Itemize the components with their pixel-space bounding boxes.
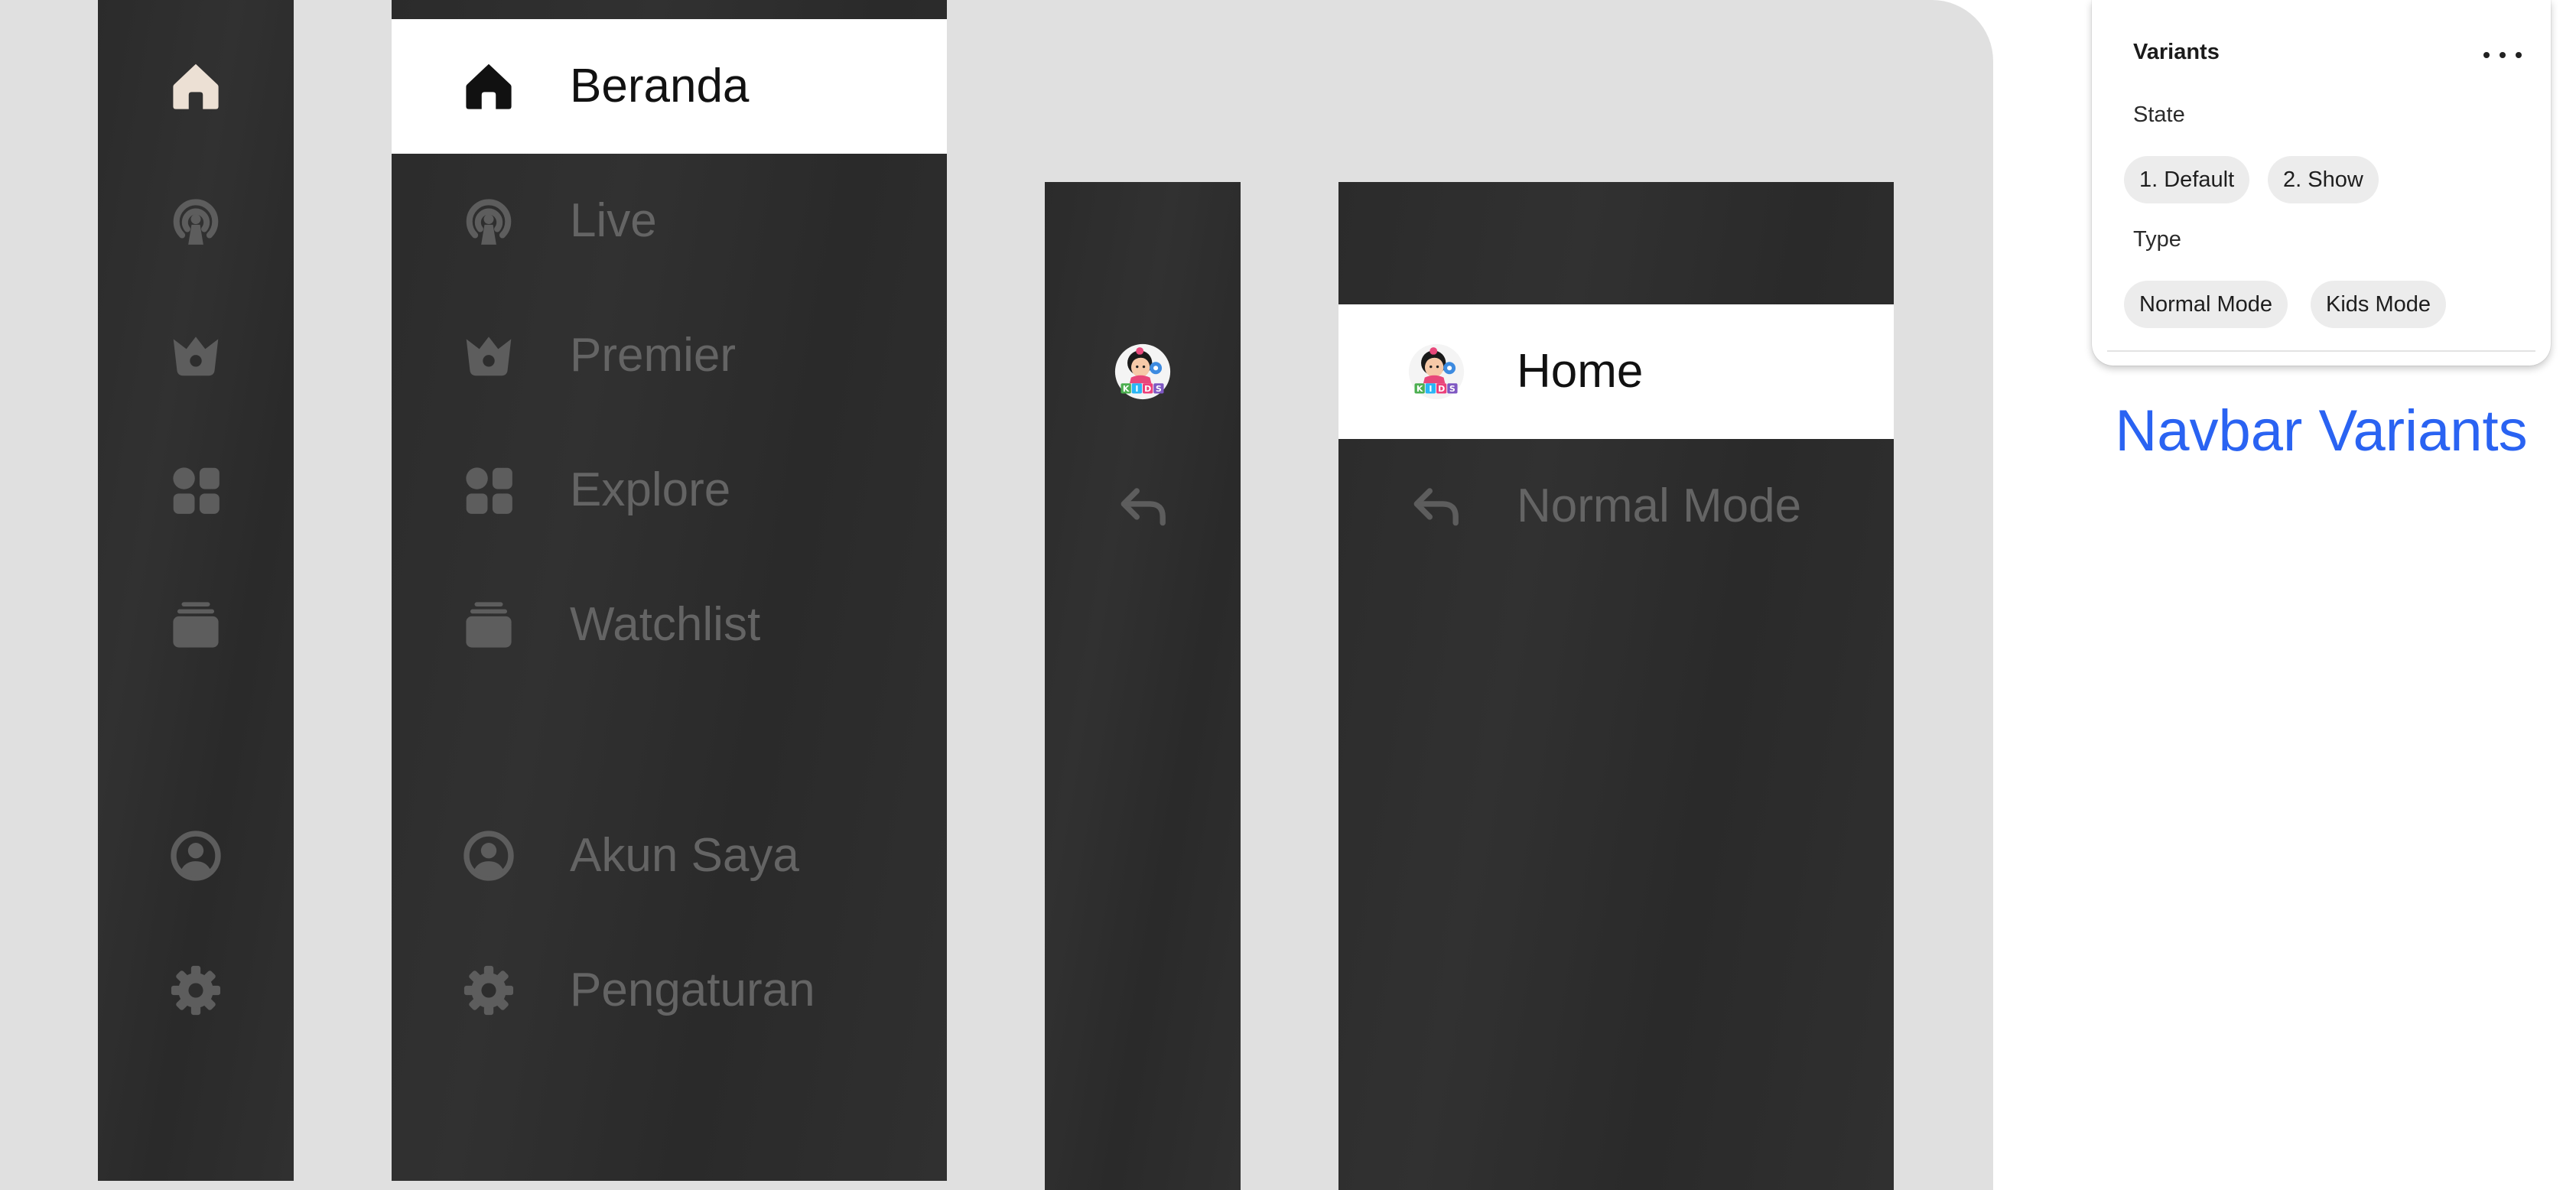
nav-item-label: Live (570, 194, 657, 247)
nav-item-label: Akun Saya (570, 829, 799, 882)
panel-title: Variants (2133, 40, 2220, 64)
navbar-normal-collapsed (98, 0, 294, 1181)
more-options-button[interactable] (2480, 40, 2525, 70)
state-label: State (2133, 102, 2185, 127)
live-broadcast-icon (460, 193, 517, 249)
nav-item-explore[interactable] (98, 423, 294, 558)
navbar-variants-caption: Navbar Variants (2115, 398, 2528, 463)
nav-item-watchlist[interactable]: Watchlist (392, 558, 947, 692)
stack-icon (460, 597, 517, 653)
state-option-show[interactable]: 2. Show (2268, 156, 2379, 203)
more-dot (2483, 52, 2490, 58)
gear-icon (168, 962, 224, 1019)
grid-icon (168, 462, 224, 519)
gear-icon (460, 962, 517, 1019)
nav-item-settings[interactable] (98, 923, 294, 1058)
nav-item-pengaturan[interactable]: Pengaturan (392, 923, 947, 1058)
nav-item-akun-saya[interactable]: Akun Saya (392, 788, 947, 923)
grid-icon (460, 462, 517, 519)
kids-logo-icon (1407, 343, 1465, 401)
home-icon (460, 58, 517, 115)
account-icon (460, 827, 517, 884)
account-icon (168, 827, 224, 884)
type-option-kids-mode[interactable]: Kids Mode (2311, 281, 2447, 328)
nav-item-watchlist[interactable] (98, 558, 294, 692)
back-arrow-icon (1114, 478, 1171, 535)
nav-item-kids-home[interactable] (1045, 304, 1241, 439)
live-broadcast-icon (168, 193, 224, 249)
nav-item-home[interactable] (98, 19, 294, 154)
variants-panel: Variants State 1. Default 2. Show Type N… (2092, 0, 2551, 366)
nav-item-kids-home[interactable]: Home (1338, 304, 1894, 439)
nav-item-label: Beranda (570, 60, 750, 112)
panel-divider (2107, 350, 2535, 352)
nav-item-account[interactable] (98, 788, 294, 923)
crown-icon (460, 327, 517, 384)
nav-item-live[interactable] (98, 154, 294, 288)
nav-item-beranda[interactable]: Beranda (392, 19, 947, 154)
nav-item-label: Pengaturan (570, 964, 815, 1016)
nav-item-label: Premier (570, 329, 737, 382)
nav-item-explore[interactable]: Explore (392, 423, 947, 558)
more-dot (2516, 52, 2522, 58)
state-option-default[interactable]: 1. Default (2124, 156, 2250, 203)
nav-item-label: Home (1517, 345, 1644, 398)
type-label: Type (2133, 227, 2181, 252)
nav-item-live[interactable]: Live (392, 154, 947, 288)
nav-item-label: Explore (570, 463, 731, 516)
more-dot (2500, 52, 2506, 58)
type-option-normal-mode[interactable]: Normal Mode (2124, 281, 2288, 328)
stack-icon (168, 597, 224, 653)
design-canvas: Beranda Live Premier Explore Watchlist A… (0, 0, 1993, 1190)
nav-item-premier[interactable] (98, 288, 294, 423)
nav-item-premier[interactable]: Premier (392, 288, 947, 423)
nav-item-label: Normal Mode (1517, 480, 1802, 532)
back-arrow-icon (1407, 478, 1464, 535)
navbar-kids-expanded: Home Normal Mode (1338, 182, 1894, 1190)
crown-icon (168, 327, 224, 384)
nav-item-normal-mode[interactable]: Normal Mode (1338, 439, 1894, 574)
kids-logo-icon (1114, 343, 1172, 401)
home-icon (168, 58, 224, 115)
navbar-kids-collapsed (1045, 182, 1241, 1190)
nav-item-label: Watchlist (570, 598, 761, 651)
nav-item-normal-mode[interactable] (1045, 439, 1241, 574)
navbar-normal-expanded: Beranda Live Premier Explore Watchlist A… (392, 0, 947, 1181)
